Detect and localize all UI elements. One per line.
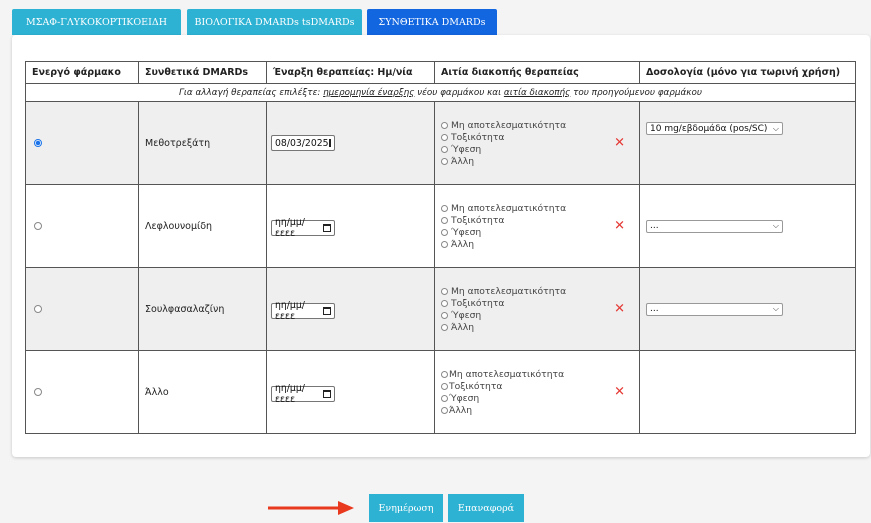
synthetic-dmards-table: Ενεργό φάρμακο Συνθετικά DMARDs Έναρξη θ… (25, 61, 856, 434)
col-header-dosage: Δοσολογία (μόνο για τωρινή χρήση) (639, 61, 856, 84)
chevron-down-icon: ⌵ (772, 221, 779, 230)
table-row: Μεθοτρεξάτη 08/03/2025 Μη αποτελεσματικό… (25, 101, 856, 185)
reason-radio[interactable] (441, 311, 448, 319)
reason-radio[interactable] (441, 382, 448, 390)
reason-option[interactable]: Μη αποτελεσματικότητα (441, 119, 639, 131)
clear-reason-icon[interactable]: ✕ (614, 303, 625, 316)
dosage-empty-cell (639, 350, 856, 434)
clear-reason-icon[interactable]: ✕ (614, 220, 625, 233)
dosage-select[interactable]: ... ⌵ (646, 302, 783, 316)
reason-option[interactable]: Ύφεση (441, 392, 639, 404)
start-date-input[interactable]: 08/03/2025 (271, 135, 335, 151)
update-button[interactable]: Ενημέρωση (369, 494, 443, 522)
start-date-input[interactable]: ηη/μμ/εεεε (271, 383, 335, 405)
tab-nsaids-corticosteroids[interactable]: ΜΣΑΦ-ΓΛΥΚΟΚΟΡΤΙΚΟΕΙΔΗ (12, 9, 181, 35)
reason-option[interactable]: Μη αποτελεσματικότητα (441, 202, 639, 214)
drug-name: Σουλφασαλαζίνη (138, 267, 267, 351)
reason-radio[interactable] (441, 406, 448, 414)
dosage-select[interactable]: 10 mg/εβδομάδα (pos/SC) ⌵ (646, 122, 783, 135)
clear-reason-icon[interactable]: ✕ (614, 386, 625, 399)
col-header-discontinuation-reason: Αιτία διακοπής θεραπείας (434, 61, 640, 84)
discontinuation-reason-group: Μη αποτελεσματικότητα Τοξικότητα Ύφεση Ά… (434, 101, 640, 185)
active-drug-radio-other[interactable] (34, 388, 42, 396)
calendar-icon[interactable] (323, 306, 331, 315)
active-drug-radio-sulfasalazine[interactable] (34, 305, 42, 313)
table-row: Λεφλουνομίδη ηη/μμ/εεεε Μη αποτελεσματικ… (25, 184, 856, 268)
reason-radio[interactable] (441, 299, 448, 307)
reason-radio[interactable] (441, 216, 448, 224)
discontinuation-reason-group: Μη αποτελεσματικότητα Τοξικότητα Ύφεση Ά… (434, 350, 640, 434)
reason-option[interactable]: Άλλη (441, 238, 639, 250)
discontinuation-reason-group: Μη αποτελεσματικότητα Τοξικότητα Ύφεση Ά… (434, 184, 640, 268)
reason-option[interactable]: Ύφεση (441, 143, 639, 155)
reason-option[interactable]: Άλλη (441, 404, 639, 416)
reason-option[interactable]: Άλλη (441, 321, 639, 333)
reason-option[interactable]: Τοξικότητα (441, 131, 639, 143)
drug-name: Λεφλουνομίδη (138, 184, 267, 268)
dosage-select[interactable]: ... ⌵ (646, 219, 783, 233)
reason-option[interactable]: Μη αποτελεσματικότητα (441, 285, 639, 297)
reason-radio[interactable] (441, 240, 448, 248)
reason-radio[interactable] (441, 204, 448, 212)
active-drug-radio-methotrexate[interactable] (34, 139, 42, 147)
reason-radio[interactable] (441, 228, 448, 236)
reason-radio[interactable] (441, 121, 448, 129)
reason-option[interactable]: Άλλη (441, 155, 639, 167)
instruction-row: Για αλλαγή θεραπείας επιλέξτε: ημερομηνί… (25, 83, 856, 102)
active-drug-radio-leflunomide[interactable] (34, 222, 42, 230)
discontinuation-reason-hint: αιτία διακοπής (503, 87, 571, 98)
instruction-note: Για αλλαγή θεραπείας επιλέξτε: ημερομηνί… (25, 83, 856, 102)
discontinuation-reason-group: Μη αποτελεσματικότητα Τοξικότητα Ύφεση Ά… (434, 267, 640, 351)
chevron-down-icon: ⌵ (772, 304, 779, 313)
reason-radio[interactable] (441, 370, 448, 378)
start-date-input[interactable]: ηη/μμ/εεεε (271, 217, 335, 239)
reason-option[interactable]: Τοξικότητα (441, 214, 639, 226)
chevron-down-icon: ⌵ (772, 123, 779, 133)
reason-radio[interactable] (441, 133, 448, 141)
calendar-icon[interactable] (323, 223, 331, 232)
reason-option[interactable]: Ύφεση (441, 226, 639, 238)
reason-option[interactable]: Ύφεση (441, 309, 639, 321)
reason-radio[interactable] (441, 145, 448, 153)
drug-name: Μεθοτρεξάτη (138, 101, 267, 185)
reason-option[interactable]: Μη αποτελεσματικότητα (441, 368, 639, 380)
reason-option[interactable]: Τοξικότητα (441, 380, 639, 392)
clear-reason-icon[interactable]: ✕ (614, 137, 625, 150)
reason-radio[interactable] (441, 323, 448, 331)
reason-radio[interactable] (441, 287, 448, 295)
reset-button[interactable]: Επαναφορά (448, 494, 524, 522)
col-header-start-date: Έναρξη θεραπείας: Ημ/νία (266, 61, 435, 84)
calendar-icon[interactable] (323, 389, 331, 398)
synthetic-dmards-panel: Ενεργό φάρμακο Συνθετικά DMARDs Έναρξη θ… (12, 35, 870, 457)
reason-radio[interactable] (441, 157, 448, 165)
table-row: Άλλο ηη/μμ/εεεε Μη αποτελεσματικότητα Το… (25, 350, 856, 434)
calendar-icon[interactable] (328, 139, 331, 147)
drug-name: Άλλο (138, 350, 267, 434)
reason-radio[interactable] (441, 394, 448, 402)
start-date-input[interactable]: ηη/μμ/εεεε (271, 300, 335, 322)
col-header-synthetic-dmards: Συνθετικά DMARDs (138, 61, 267, 84)
table-header-row: Ενεργό φάρμακο Συνθετικά DMARDs Έναρξη θ… (25, 61, 856, 84)
table-row: Σουλφασαλαζίνη ηη/μμ/εεεε Μη αποτελεσματ… (25, 267, 856, 351)
col-header-active-drug: Ενεργό φάρμακο (25, 61, 139, 84)
red-arrow-icon (268, 501, 354, 515)
start-date-hint: ημερομηνία έναρξης (323, 87, 415, 98)
tab-biologic-dmards[interactable]: ΒΙΟΛΟΓΙΚΑ DMARDs tsDMARDs (187, 9, 362, 35)
reason-option[interactable]: Τοξικότητα (441, 297, 639, 309)
tab-synthetic-dmards[interactable]: ΣΥΝΘΕΤΙΚΑ DMARDs (367, 9, 497, 35)
